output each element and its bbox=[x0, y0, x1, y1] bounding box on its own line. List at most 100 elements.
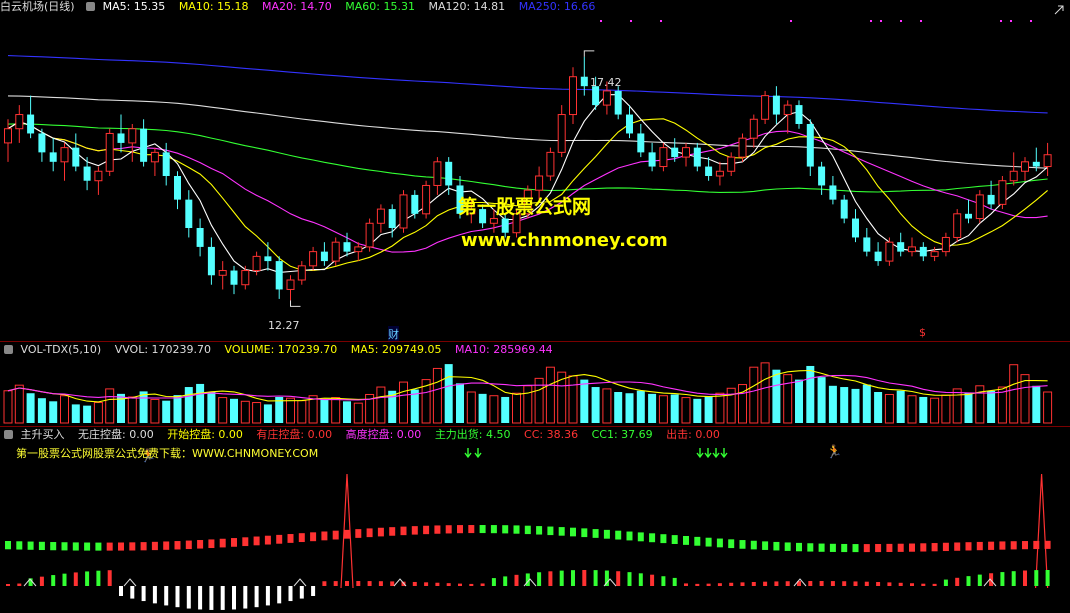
volume-bar-down bbox=[896, 390, 905, 423]
candle-body-down bbox=[83, 166, 91, 181]
trend-bar bbox=[400, 526, 407, 536]
pane-divider-1[interactable] bbox=[0, 341, 1070, 342]
histogram-bar bbox=[751, 582, 756, 586]
pane-divider-2[interactable] bbox=[0, 426, 1070, 427]
candle-body-down bbox=[320, 251, 328, 262]
candle-body-up bbox=[908, 246, 916, 253]
watermark-url: www.chnmoney.com bbox=[461, 230, 668, 251]
volume-bar-up bbox=[105, 388, 115, 424]
volume-bar-down bbox=[83, 405, 92, 423]
dividend-marker[interactable]: $ bbox=[919, 326, 926, 339]
candle-body-down bbox=[795, 105, 803, 124]
histogram-bar bbox=[299, 586, 304, 599]
volume-bar-down bbox=[343, 401, 351, 423]
candle-body-down bbox=[829, 185, 837, 200]
histogram-bar bbox=[232, 586, 236, 610]
histogram-bar bbox=[898, 582, 903, 586]
candle-body-down bbox=[174, 176, 181, 200]
volume-bar-down bbox=[456, 383, 464, 423]
histogram-bar bbox=[921, 583, 926, 586]
high-price-label: 17.42 bbox=[590, 76, 622, 89]
histogram-bar bbox=[808, 581, 813, 586]
volume-bar-down bbox=[196, 383, 205, 423]
candle-body-down bbox=[117, 133, 125, 143]
volume-bar-down bbox=[614, 392, 623, 423]
trend-bar bbox=[445, 525, 452, 534]
candle-body-up bbox=[331, 241, 340, 262]
histogram-bar bbox=[774, 581, 779, 586]
histogram-bar bbox=[288, 586, 293, 602]
volume-pane[interactable]: VOL-TDX(5,10) VVOL: 170239.70 VOLUME: 17… bbox=[0, 343, 1070, 425]
candle-body-up bbox=[1043, 154, 1052, 168]
candle-body-up bbox=[297, 265, 306, 281]
trend-bar bbox=[762, 541, 769, 550]
candle-body-up bbox=[738, 137, 747, 158]
candle-body-down bbox=[987, 194, 995, 205]
trend-bar bbox=[468, 525, 475, 534]
histogram-bar bbox=[695, 583, 700, 586]
trend-bar bbox=[389, 527, 396, 536]
candle-body-up bbox=[761, 95, 770, 120]
down-arrow-icon bbox=[720, 448, 728, 459]
candle-body-down bbox=[185, 199, 193, 228]
volume-bar-up bbox=[681, 397, 691, 424]
volume-bar-up bbox=[399, 381, 408, 424]
volume-bar-up bbox=[749, 366, 759, 424]
volume-bar-down bbox=[444, 364, 453, 423]
candle-body-up bbox=[489, 218, 498, 224]
candle-body-down bbox=[852, 218, 859, 238]
candle-body-up bbox=[749, 118, 758, 139]
trend-bar bbox=[344, 529, 350, 539]
trend-bar bbox=[174, 541, 181, 550]
histogram-bar bbox=[548, 571, 553, 586]
volume-bar-up bbox=[252, 402, 262, 424]
volume-bar-up bbox=[353, 402, 363, 424]
histogram-bar bbox=[559, 570, 564, 586]
candle-body-up bbox=[1021, 161, 1029, 172]
trend-bar bbox=[863, 544, 870, 553]
histogram-bar bbox=[130, 586, 135, 599]
volume-bar-down bbox=[862, 384, 871, 423]
histogram-bar bbox=[491, 578, 496, 586]
price-chart[interactable] bbox=[0, 0, 1070, 340]
high-pointer bbox=[583, 50, 595, 57]
histogram-bar bbox=[830, 581, 835, 586]
promo-note: 第一股票公式网股票公式免费下载：WWW.CHNMONEY.COM bbox=[16, 447, 319, 460]
candle-body-down bbox=[580, 76, 588, 87]
volume-bar-down bbox=[851, 388, 860, 423]
trend-bar bbox=[988, 541, 995, 550]
volume-bar-down bbox=[828, 385, 837, 423]
finance-marker[interactable]: 财 bbox=[388, 326, 399, 342]
trend-bar bbox=[976, 541, 983, 551]
trend-bar bbox=[954, 542, 961, 551]
candle-body-down bbox=[72, 147, 80, 167]
candle-body-down bbox=[445, 161, 453, 186]
trend-bar bbox=[999, 541, 1006, 550]
volume-bar-down bbox=[49, 401, 58, 423]
trend-bar bbox=[592, 529, 599, 538]
trend-bar bbox=[140, 542, 147, 551]
expand-icon[interactable] bbox=[1054, 5, 1064, 15]
volume-bar-down bbox=[806, 365, 815, 423]
histogram-bar bbox=[1023, 570, 1027, 586]
candle-body-down bbox=[207, 246, 215, 276]
low-price-label: 12.27 bbox=[268, 319, 300, 332]
trend-bar bbox=[536, 526, 543, 535]
histogram-bar bbox=[627, 572, 632, 586]
trend-bar bbox=[909, 543, 915, 552]
volume-bar-up bbox=[466, 391, 476, 424]
candle-body-down bbox=[693, 147, 701, 167]
volume-bar-down bbox=[874, 392, 883, 423]
candle-body-up bbox=[569, 76, 577, 116]
histogram-bar bbox=[887, 582, 892, 586]
histogram-bar bbox=[864, 581, 869, 586]
price-pane[interactable]: 白云机场(日线) MA5: 15.35 MA10: 15.18 MA20: 14… bbox=[0, 0, 1070, 342]
trend-bar bbox=[784, 542, 791, 551]
volume-bar-down bbox=[919, 396, 928, 423]
volume-chart[interactable] bbox=[0, 343, 1070, 425]
trend-bar bbox=[637, 532, 644, 542]
volume-bar-down bbox=[478, 393, 487, 423]
volume-bar-up bbox=[376, 386, 386, 424]
histogram-bar bbox=[378, 581, 383, 586]
candle-body-up bbox=[783, 104, 792, 116]
